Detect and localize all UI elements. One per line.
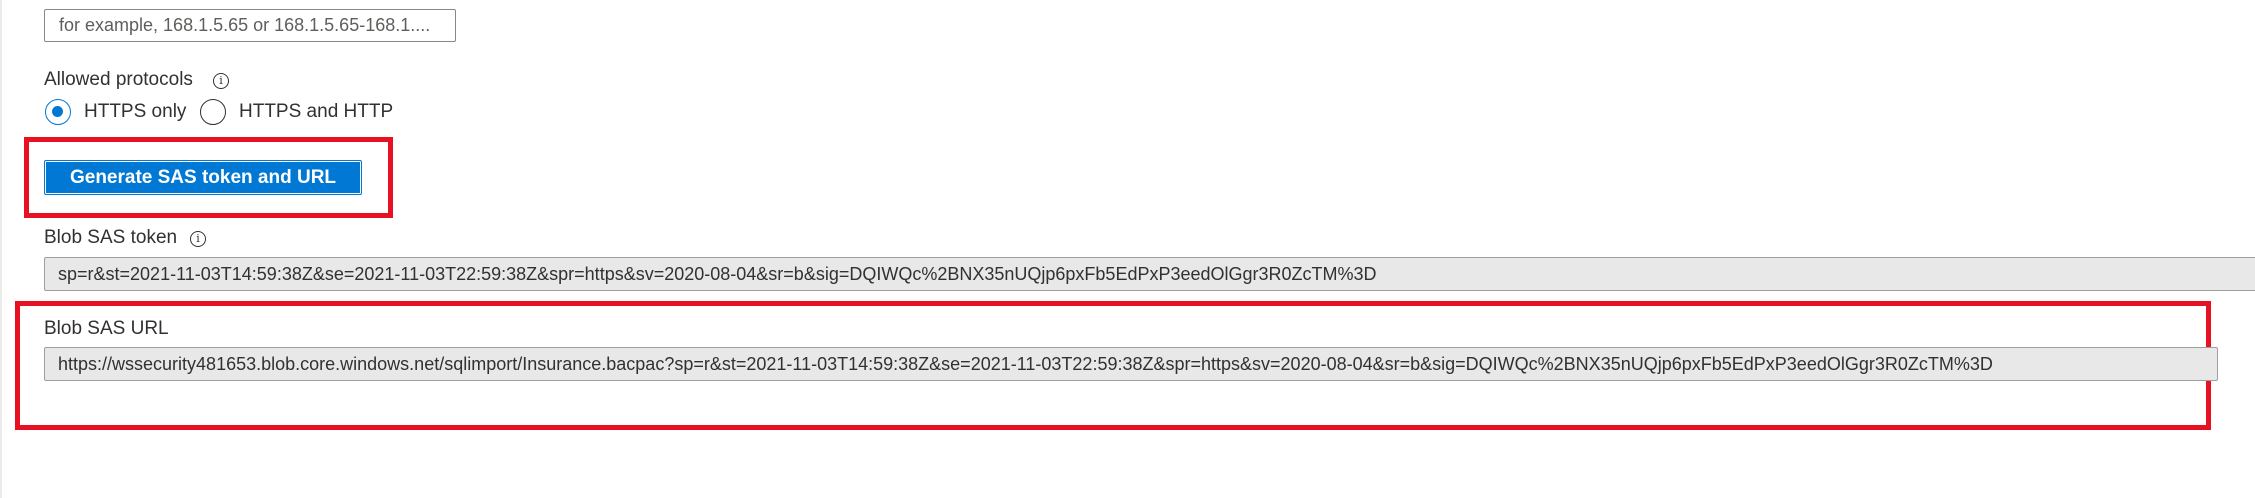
- blob-sas-url-field[interactable]: https://wssecurity481653.blob.core.windo…: [44, 347, 2218, 381]
- generate-sas-button[interactable]: Generate SAS token and URL: [44, 160, 362, 195]
- https-only-radio[interactable]: [45, 99, 71, 125]
- https-only-label[interactable]: HTTPS only: [84, 101, 186, 123]
- https-and-http-radio[interactable]: [200, 99, 226, 125]
- blob-sas-token-label: Blob SAS token: [44, 227, 178, 248]
- panel-left-border: [0, 0, 2, 498]
- allowed-protocols-label: Allowed protocols: [44, 69, 193, 90]
- https-and-http-label[interactable]: HTTPS and HTTP: [239, 101, 393, 123]
- blob-sas-token-field[interactable]: sp=r&st=2021-11-03T14:59:38Z&se=2021-11-…: [44, 257, 2255, 291]
- blob-sas-url-label: Blob SAS URL: [44, 318, 169, 339]
- info-icon[interactable]: i: [190, 231, 206, 247]
- info-icon[interactable]: i: [213, 73, 229, 89]
- allowed-ip-input[interactable]: [44, 9, 456, 42]
